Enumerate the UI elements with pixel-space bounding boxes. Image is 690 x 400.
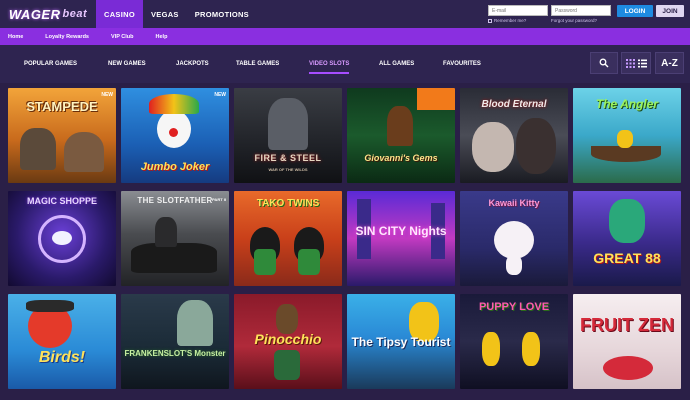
email-field[interactable] <box>488 5 548 16</box>
search-button[interactable] <box>590 52 618 74</box>
game-tile[interactable]: SIN CITY Nights <box>347 191 455 286</box>
game-tile[interactable]: The Tipsy Tourist <box>347 294 455 389</box>
nav-vegas[interactable]: VEGAS <box>143 0 187 28</box>
subnav-vip-club[interactable]: VIP Club <box>111 34 134 40</box>
remember-me[interactable]: Remember me? <box>488 18 548 23</box>
game-tile[interactable]: Jumbo Joker NEW <box>121 88 229 183</box>
new-badge: NEW <box>101 92 113 98</box>
game-tile[interactable]: FIRE & STEEL WAR OF THE WILDS <box>234 88 342 183</box>
game-tile[interactable]: The Angler <box>573 88 681 183</box>
game-subtitle: PART II <box>212 197 226 202</box>
category-video-slots[interactable]: VIDEO SLOTS <box>309 45 350 83</box>
logo-text: WAGER <box>8 6 61 22</box>
search-icon <box>599 58 609 68</box>
login-button[interactable]: LOGIN <box>617 5 653 17</box>
game-title: FIRE & STEEL <box>254 153 322 163</box>
game-title: Birds! <box>38 349 86 366</box>
category-jackpots[interactable]: JACKPOTS <box>176 45 209 83</box>
remember-checkbox[interactable] <box>488 18 492 23</box>
category-popular-games[interactable]: POPULAR GAMES <box>24 45 77 83</box>
game-title: Pinocchio <box>254 331 322 347</box>
game-title: Kawaii Kitty <box>488 198 540 208</box>
game-title: STAMPEDE <box>26 99 98 114</box>
game-title: Giovanni's Gems <box>364 153 438 163</box>
category-table-games[interactable]: TABLE GAMES <box>236 45 279 83</box>
view-toggle <box>621 52 651 74</box>
nav-casino[interactable]: CASINO <box>96 0 143 28</box>
game-title: SIN CITY Nights <box>355 224 447 238</box>
category-favourites[interactable]: FAVOURITES <box>443 45 481 83</box>
game-tile[interactable]: FRUIT ZEN <box>573 294 681 389</box>
game-tile[interactable]: Blood Eternal <box>460 88 568 183</box>
game-tile[interactable]: TAKO TWINS <box>234 191 342 286</box>
grid-icon[interactable] <box>625 58 635 68</box>
category-all-games[interactable]: ALL GAMES <box>379 45 414 83</box>
logo-subtext: beat <box>62 8 88 20</box>
game-title: The Angler <box>595 97 659 111</box>
game-title: PUPPY LOVE <box>478 301 550 313</box>
game-title: Jumbo Joker <box>140 161 210 173</box>
game-tile[interactable]: FRANKENSLOT'S Monster <box>121 294 229 389</box>
site-logo[interactable]: WAGER beat <box>0 0 96 28</box>
category-bar: POPULAR GAMES NEW GAMES JACKPOTS TABLE G… <box>0 45 690 83</box>
game-tile[interactable]: Kawaii Kitty <box>460 191 568 286</box>
top-bar: WAGER beat CASINO VEGAS PROMOTIONS Remem… <box>0 0 690 28</box>
list-icon[interactable] <box>637 59 647 68</box>
game-tile[interactable]: Giovanni's Gems <box>347 88 455 183</box>
game-title: Blood Eternal <box>481 99 547 110</box>
sub-nav: Home Loyalty Rewards VIP Club Help <box>0 28 690 45</box>
game-title: TAKO TWINS <box>256 198 320 209</box>
game-tile[interactable]: Birds! <box>8 294 116 389</box>
subnav-help[interactable]: Help <box>156 34 168 40</box>
game-title: FRANKENSLOT'S Monster <box>124 349 226 358</box>
new-badge: NEW <box>214 92 226 98</box>
game-title: GREAT 88 <box>593 250 661 266</box>
login-area: Remember me? Forgot your password? LOGIN… <box>488 0 690 28</box>
password-field[interactable] <box>551 5 611 16</box>
remember-me-label: Remember me? <box>494 18 527 23</box>
game-title: MAGIC SHOPPE <box>26 196 97 206</box>
main-nav: CASINO VEGAS PROMOTIONS <box>96 0 257 28</box>
game-subtitle: WAR OF THE WILDS <box>268 167 308 172</box>
game-tile[interactable]: Pinocchio <box>234 294 342 389</box>
forgot-password-link[interactable]: Forgot your password? <box>551 18 611 23</box>
subnav-loyalty-rewards[interactable]: Loyalty Rewards <box>45 34 89 40</box>
join-button[interactable]: JOIN <box>656 5 684 17</box>
game-tile[interactable]: PUPPY LOVE <box>460 294 568 389</box>
subnav-home[interactable]: Home <box>8 34 23 40</box>
game-tile[interactable]: THE SLOTFATHER PART II <box>121 191 229 286</box>
game-tile[interactable]: GREAT 88 <box>573 191 681 286</box>
game-title: FRUIT ZEN <box>580 315 674 335</box>
game-tile[interactable]: MAGIC SHOPPE <box>8 191 116 286</box>
az-sort-button[interactable]: A-Z <box>655 52 684 74</box>
game-tile[interactable]: STAMPEDE NEW <box>8 88 116 183</box>
nav-promotions[interactable]: PROMOTIONS <box>187 0 257 28</box>
category-new-games[interactable]: NEW GAMES <box>108 45 146 83</box>
game-title: The Tipsy Tourist <box>351 335 451 349</box>
